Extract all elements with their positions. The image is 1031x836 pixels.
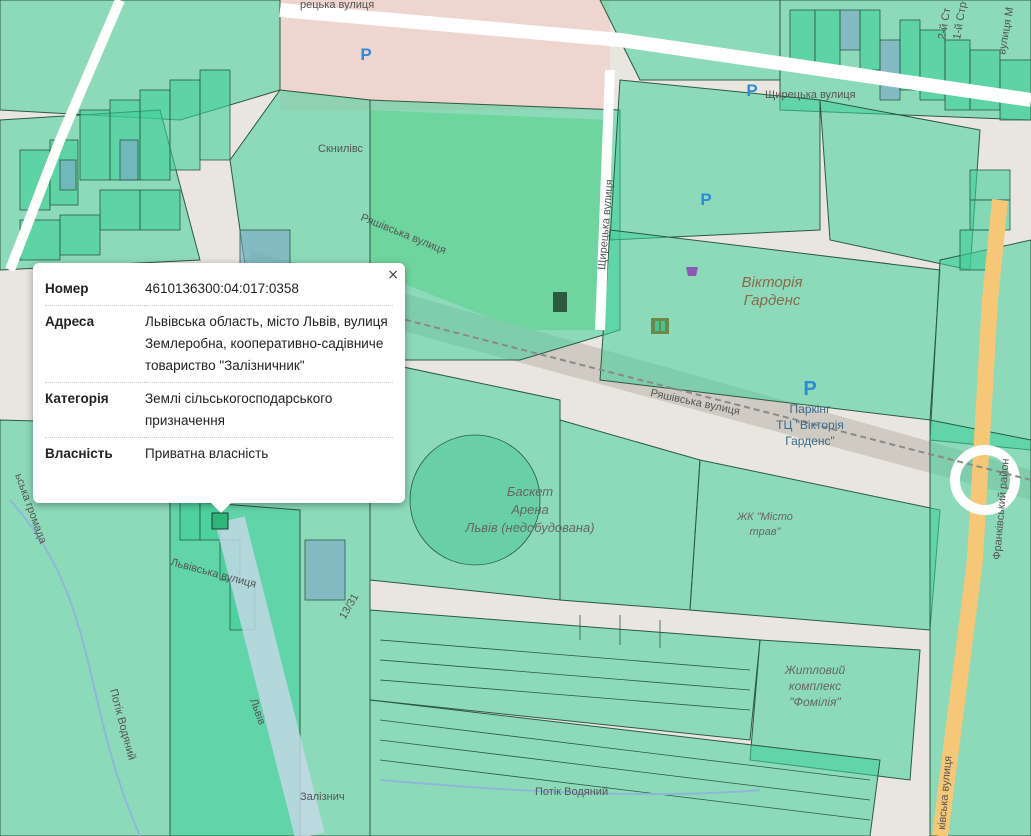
cinema-icon xyxy=(651,318,669,334)
row-value-ownership: Приватна власність xyxy=(145,446,269,461)
table-row: Категорія Землі сільськогосподарського п… xyxy=(45,382,393,438)
row-key-number: Номер xyxy=(45,273,145,306)
popup-tip xyxy=(211,503,231,513)
shopping-cart-icon xyxy=(686,267,698,276)
parking-icon: P xyxy=(746,81,757,100)
label-skrynivska: Скнилівс xyxy=(318,143,364,155)
table-row: Власність Приватна власність xyxy=(45,438,393,471)
table-row: Номер 4610136300:04:017:0358 xyxy=(45,273,393,306)
table-row: Адреса Львівська область, місто Львів, в… xyxy=(45,305,393,383)
label-zhk-1: ЖК "Місто xyxy=(736,511,793,523)
poi-labels-brown: Вікторія Гарденс xyxy=(742,274,803,309)
label-complex-3: "Фомілія" xyxy=(789,695,841,709)
close-icon[interactable]: × xyxy=(387,267,399,283)
parking-icon: P xyxy=(803,378,816,400)
arena-shape xyxy=(409,434,541,566)
row-key-address: Адреса xyxy=(45,305,145,383)
row-key-ownership: Власність xyxy=(45,446,113,461)
label-complex-2: комплекс xyxy=(789,679,841,693)
label-parking-2: ТЦ "Вікторія xyxy=(776,418,844,432)
parking-icon: P xyxy=(360,45,371,64)
label-victoria-gardens-1: Вікторія xyxy=(742,274,803,291)
label-zhk-2: трав" xyxy=(750,526,782,538)
label-parking-1: Паркінг xyxy=(790,402,832,416)
label-parking-3: Гарденс" xyxy=(785,434,834,448)
label-zaliznychna: Залізнич xyxy=(300,791,345,803)
parcel-info-table: Номер 4610136300:04:017:0358 Адреса Льві… xyxy=(45,273,393,470)
label-basket-2: Арена xyxy=(510,502,549,517)
row-value-category: Землі сільськогосподарського призначення xyxy=(145,382,393,438)
selected-parcel[interactable] xyxy=(211,512,229,530)
label-shyretska-top: Щирецька вулиця xyxy=(765,89,856,101)
label-top-left-street: рецька вулиця xyxy=(300,0,374,11)
label-potik-vodianyi-2: Потік Водяний xyxy=(535,786,608,798)
label-basket-3: Львів (недобудована) xyxy=(464,520,594,535)
label-complex-1: Житловий xyxy=(784,663,846,677)
parking-icon: P xyxy=(700,190,711,209)
row-value-number: 4610136300:04:017:0358 xyxy=(145,273,393,306)
parcel-info-popup: × Номер 4610136300:04:017:0358 Адреса Ль… xyxy=(33,263,405,513)
row-key-category: Категорія xyxy=(45,382,145,438)
label-victoria-gardens-2: Гарденс xyxy=(744,292,801,309)
label-basket-1: Баскет xyxy=(507,484,553,499)
row-value-address: Львівська область, місто Львів, вулиця З… xyxy=(145,305,393,383)
monument-icon xyxy=(553,292,567,312)
